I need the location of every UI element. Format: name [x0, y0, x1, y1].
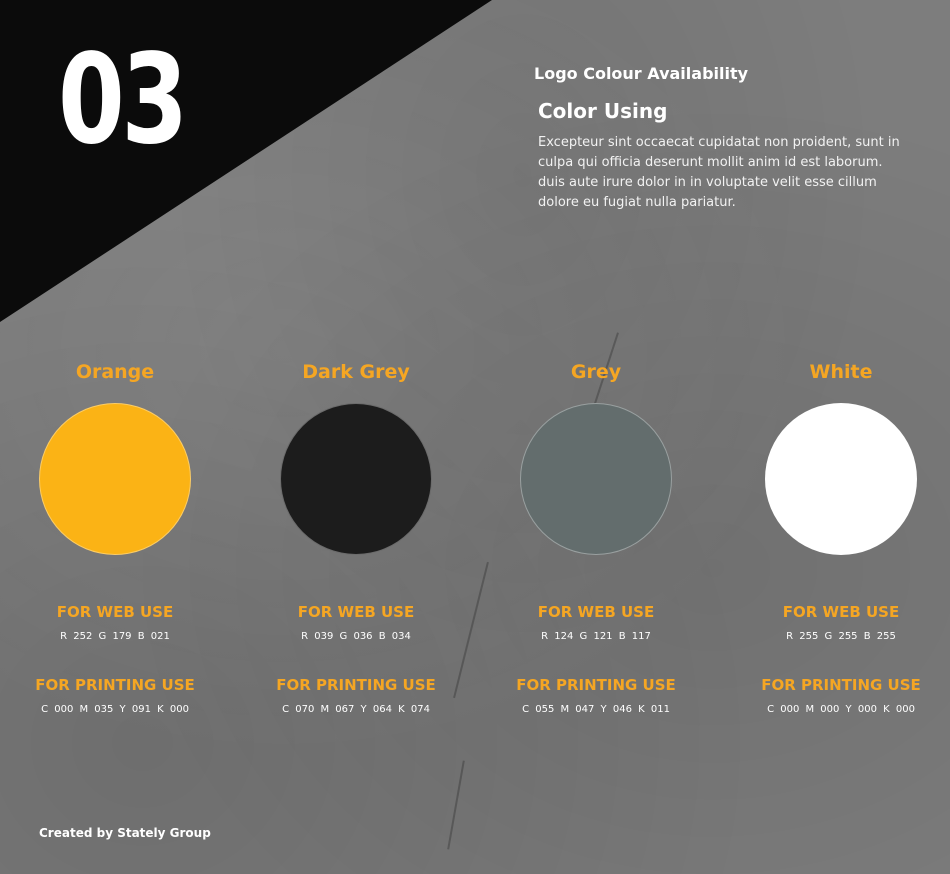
color-swatch-grey — [520, 403, 672, 555]
rgb-value: R 124 G 121 B 117 — [541, 631, 651, 642]
rgb-value: R 252 G 179 B 021 — [60, 631, 170, 642]
rgb-value: R 255 G 255 B 255 — [786, 631, 896, 642]
color-column-dark-grey: Dark Grey FOR WEB USE R 039 G 036 B 034 … — [234, 358, 478, 715]
color-column-grey: Grey FOR WEB USE R 124 G 121 B 117 FOR P… — [474, 358, 718, 715]
color-swatch-orange — [39, 403, 191, 555]
color-name: White — [809, 361, 873, 383]
cmyk-value: C 070 M 067 Y 064 K 074 — [282, 704, 430, 715]
printing-use-label: FOR PRINTING USE — [516, 676, 676, 694]
color-name: Grey — [570, 361, 622, 383]
credit-footer: Created by Stately Group — [39, 826, 211, 840]
printing-use-label: FOR PRINTING USE — [761, 676, 921, 694]
cmyk-value: C 000 M 035 Y 091 K 000 — [41, 704, 189, 715]
web-use-label: FOR WEB USE — [782, 603, 900, 621]
section-heading: Color Using — [538, 99, 668, 123]
section-eyebrow: Logo Colour Availability — [534, 64, 749, 83]
cmyk-value: C 055 M 047 Y 046 K 011 — [522, 704, 670, 715]
color-name: Dark Grey — [302, 361, 410, 383]
color-column-white: White FOR WEB USE R 255 G 255 B 255 FOR … — [719, 358, 950, 715]
web-use-label: FOR WEB USE — [537, 603, 655, 621]
cmyk-value: C 000 M 000 Y 000 K 000 — [767, 704, 915, 715]
rgb-value: R 039 G 036 B 034 — [301, 631, 411, 642]
color-name: Orange — [75, 361, 155, 383]
printing-use-label: FOR PRINTING USE — [35, 676, 195, 694]
section-number: 03 — [58, 28, 188, 172]
section-description: Excepteur sint occaecat cupidatat non pr… — [538, 135, 900, 210]
color-swatch-dark-grey — [280, 403, 432, 555]
color-column-orange: Orange FOR WEB USE R 252 G 179 B 021 FOR… — [0, 358, 237, 715]
web-use-label: FOR WEB USE — [297, 603, 415, 621]
printing-use-label: FOR PRINTING USE — [276, 676, 436, 694]
web-use-label: FOR WEB USE — [56, 603, 174, 621]
color-swatch-white — [765, 403, 917, 555]
